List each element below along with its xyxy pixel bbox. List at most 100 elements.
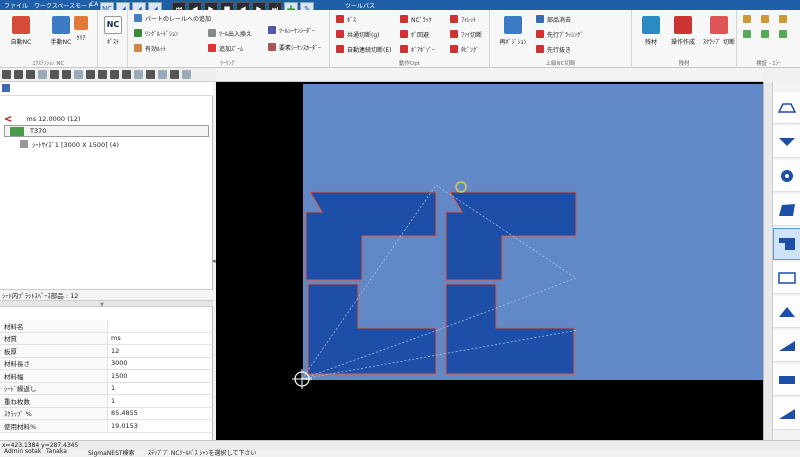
tree-sheet-row[interactable]: ｼｰﾄｻｲｽﾞ1 [3000 X 1500] (4)	[20, 138, 119, 150]
property-row[interactable]: 材料長さ 3000	[0, 357, 213, 370]
auto-nc-button[interactable]: 自動NC	[4, 16, 38, 46]
pre-flush-button[interactable]: 先行ﾌﾞﾗｯｼﾝｸﾞ	[536, 29, 583, 39]
property-row[interactable]: ｽｸﾗｯﾌﾟ % 85.4855	[0, 407, 213, 420]
tool-a-icon[interactable]	[2, 70, 11, 79]
remnant-button[interactable]: 残材	[634, 16, 668, 46]
verify-f-button[interactable]	[779, 29, 787, 39]
property-row[interactable]: 材料名	[0, 320, 213, 333]
play-small-icon[interactable]	[122, 70, 131, 79]
tool-n-icon[interactable]	[170, 70, 179, 79]
tool-i-icon[interactable]	[98, 70, 107, 79]
menu-toolpath[interactable]: ツールパス	[345, 1, 375, 10]
tool-f-icon[interactable]	[62, 70, 71, 79]
tabbing-button[interactable]: ﾀﾋﾞﾝｸﾞ	[450, 44, 479, 54]
bracket-tool[interactable]	[773, 228, 800, 260]
tree-root[interactable]: < ms 12.0000 (12)	[4, 113, 80, 125]
pre-pierce-button[interactable]: 先行抜き	[536, 44, 571, 54]
gear-tool[interactable]	[773, 160, 800, 192]
ramp-tool[interactable]	[773, 296, 800, 328]
nc-rack-button[interactable]: NCﾞﾗｯｸ	[400, 14, 432, 24]
tool-l-icon[interactable]	[146, 70, 155, 79]
verify-a-button[interactable]	[743, 14, 751, 24]
panel-splitter[interactable]: ▼	[0, 301, 213, 308]
property-value[interactable]: 1	[108, 395, 213, 407]
tool-b-icon[interactable]	[14, 70, 23, 79]
nest-canvas[interactable]: ◂	[212, 82, 763, 440]
tool-c-icon[interactable]	[26, 70, 35, 79]
add-to-rail-button[interactable]: パートのレールへの追加	[134, 13, 211, 23]
left-collapse-icon[interactable]: ◂	[212, 257, 216, 265]
reposition-button[interactable]: 再ﾎﾟｼﾞｼｮﾝ	[496, 16, 530, 46]
tool-swap-button[interactable]: ﾂｰﾙ出入換え	[208, 28, 252, 38]
trapezoid-tool[interactable]	[773, 92, 800, 124]
property-value[interactable]: 85.4855	[108, 408, 213, 420]
add-zoom-button[interactable]: 追加ｽﾞｰﾑ	[208, 43, 243, 53]
tool-j-icon[interactable]	[110, 70, 119, 79]
property-value[interactable]: 19.0153	[108, 420, 213, 432]
status-tab-admin[interactable]: Admin sotak	[4, 448, 41, 455]
status-tab-tanaka[interactable]: Tanaka	[46, 448, 67, 455]
avoid-button[interactable]: ﾎﾟ回避	[400, 29, 429, 39]
back-arrow-icon[interactable]: <	[4, 114, 12, 125]
verify-c-button[interactable]	[779, 14, 787, 24]
menu-workspace-mode[interactable]: ワークスペースモード	[34, 1, 93, 10]
create-op-button[interactable]: 操作作成	[666, 16, 700, 46]
verify-d-button[interactable]	[743, 29, 751, 39]
tool-d-icon[interactable]	[38, 70, 47, 79]
notch-tool[interactable]	[773, 126, 800, 158]
element-sequence-button[interactable]: 要素ｼｰｹﾝｽｶｰﾀﾞｰ	[268, 42, 321, 52]
rectangle-tool[interactable]	[773, 364, 800, 396]
delete-parts-button[interactable]: 部品消去	[536, 14, 571, 24]
clear-button[interactable]: ｸﾘｱ	[70, 16, 92, 42]
boss-button[interactable]: ﾎﾞｽ	[336, 14, 356, 24]
menu-file[interactable]: ファイル	[4, 1, 28, 10]
property-value[interactable]	[108, 320, 213, 332]
property-row[interactable]: 材質 ms	[0, 332, 213, 345]
tool-m-icon[interactable]	[158, 70, 167, 79]
property-value[interactable]: 12	[108, 345, 213, 357]
tool-h-icon[interactable]	[86, 70, 95, 79]
post-button[interactable]: NC ﾎﾟｽﾄ	[96, 16, 130, 46]
ribbon-group-post: NC ﾎﾟｽﾄ	[98, 10, 128, 68]
nested-part[interactable]	[445, 283, 575, 375]
property-row[interactable]: ｼｰﾄﾞ繰返し 1	[0, 382, 213, 395]
file-cut-button[interactable]: ﾌｧｲ切断	[450, 29, 482, 39]
common-cut-button[interactable]: 共通切断(g)	[336, 29, 380, 39]
nested-part[interactable]	[307, 283, 437, 375]
fillet-button[interactable]: ﾌｨﾚｯﾄ	[450, 14, 476, 24]
auto-chain-cut-button[interactable]: 自動連続切断(E)	[336, 44, 391, 54]
tool-g-icon[interactable]	[74, 70, 83, 79]
auto-nc-label: 自動NC	[10, 39, 32, 46]
property-value[interactable]: ms	[108, 333, 213, 345]
tool-sequence-button[interactable]: ﾂｰﾙｼｰｹﾝｼｰﾀﾞｰ	[268, 25, 315, 35]
verify-e-button[interactable]	[761, 29, 769, 39]
scrap-cut-button[interactable]: ｽｸﾗｯﾌﾟ 切断	[702, 16, 736, 46]
status-tab-search[interactable]: SigmaNEST検索	[88, 448, 135, 457]
angle-tool[interactable]	[773, 330, 800, 362]
nest-drawing[interactable]	[216, 82, 763, 440]
verify-b-button[interactable]	[761, 14, 769, 24]
slot-tool[interactable]	[773, 262, 800, 294]
menu-ca[interactable]: CA	[90, 1, 98, 8]
property-value[interactable]: 3000	[108, 358, 213, 370]
nested-part[interactable]	[445, 191, 577, 281]
ring-route-button[interactable]: ﾘﾝｸﾞﾙｰﾄﾞｼｮﾝ	[134, 28, 178, 38]
verify-e-icon	[761, 30, 769, 38]
property-value[interactable]: 1500	[108, 370, 213, 382]
property-value[interactable]: 1	[108, 383, 213, 395]
tree-machine-row[interactable]: T370	[10, 125, 46, 137]
tool-k-icon[interactable]	[134, 70, 143, 79]
property-row[interactable]: 使用材料% 19.0153	[0, 420, 213, 433]
property-row[interactable]: 板厚 12	[0, 345, 213, 358]
property-row[interactable]: 重ね枚数 1	[0, 395, 213, 408]
palette-grip[interactable]	[764, 82, 773, 440]
nested-part[interactable]	[305, 191, 437, 281]
nest-tree-panel: < ms 12.0000 (12) T370 ｼｰﾄｻｲｽﾞ1 [3000 X …	[0, 82, 213, 440]
shape-tool[interactable]	[773, 194, 800, 226]
property-row[interactable]: 材料幅 1500	[0, 370, 213, 383]
valid-route-button[interactable]: 有効ﾙｯﾄ	[134, 43, 166, 53]
tool-o-icon[interactable]	[182, 70, 191, 79]
corner-tool[interactable]	[773, 398, 800, 430]
tool-e-icon[interactable]	[50, 70, 59, 79]
bore-button[interactable]: ﾎﾞｱﾎﾞｿﾞｰ	[400, 44, 435, 54]
